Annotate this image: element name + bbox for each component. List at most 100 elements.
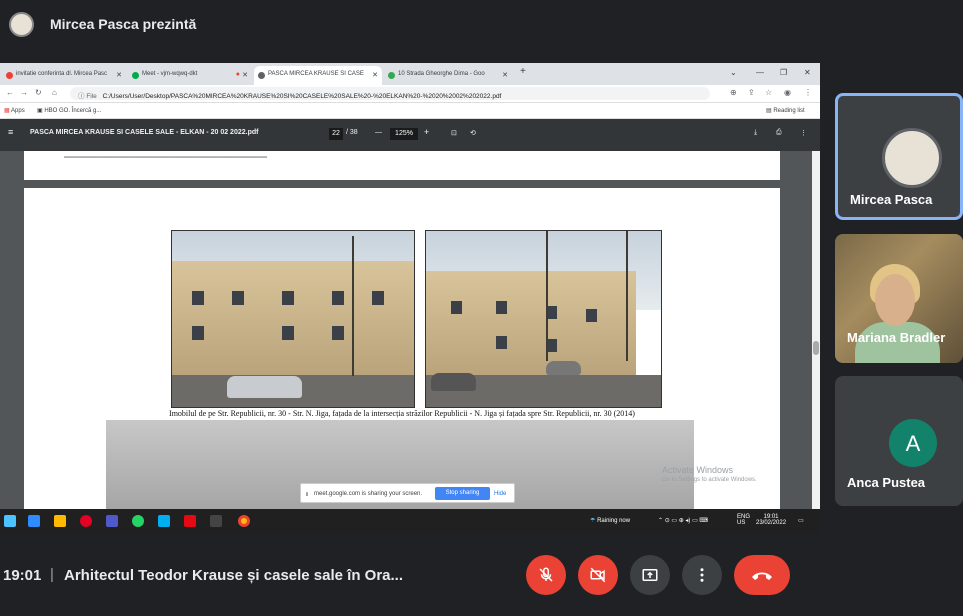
- globe-icon: [258, 72, 265, 79]
- camera-toggle-button[interactable]: [578, 555, 618, 595]
- hide-button[interactable]: Hide: [494, 491, 506, 497]
- tab-gmail[interactable]: invitatie conferinta dl. Mircea Pasc ✕: [2, 66, 126, 85]
- photo-caption: Imobilul de pe Str. Republicii, nr. 30 -…: [169, 409, 635, 418]
- restore-icon[interactable]: ❐: [780, 68, 787, 77]
- teams-icon[interactable]: [106, 515, 118, 527]
- participant-tile-mariana[interactable]: Mariana Bradler: [835, 234, 963, 363]
- reload-icon[interactable]: ↻: [35, 88, 42, 97]
- mic-off-icon: [539, 567, 553, 582]
- close-icon[interactable]: ✕: [242, 71, 248, 79]
- pause-icon: ॥: [305, 492, 309, 498]
- umbrella-icon: ☂: [590, 518, 596, 524]
- participant-name: Mircea Pasca: [850, 192, 933, 207]
- more-icon[interactable]: ⋮: [800, 129, 807, 137]
- zoom-in-icon[interactable]: +: [424, 127, 429, 137]
- netflix-icon[interactable]: [184, 515, 196, 527]
- bookmark-apps[interactable]: ▦ Apps: [4, 107, 25, 114]
- present-now-button[interactable]: [630, 555, 670, 595]
- scrollbar[interactable]: [812, 151, 820, 509]
- zoom-app-icon[interactable]: [28, 515, 40, 527]
- tab-meet[interactable]: Meet - vjm-wqwq-dkt ● ✕: [128, 66, 252, 85]
- mic-toggle-button[interactable]: [526, 555, 566, 595]
- zoom-out-icon[interactable]: —: [375, 129, 382, 136]
- scroll-thumb[interactable]: [813, 341, 819, 355]
- previous-page: ▁▁▁▁▁▁▁▁▁▁▁▁▁▁▁▁▁▁▁▁▁▁▁▁▁▁▁▁▁▁▁▁▁▁▁▁▁▁▁▁…: [24, 151, 780, 180]
- rotate-icon[interactable]: ⟲: [470, 129, 476, 137]
- back-icon[interactable]: ←: [6, 88, 14, 97]
- reading-list[interactable]: ▤ Reading list: [766, 107, 805, 114]
- shared-screen: invitatie conferinta dl. Mircea Pasc ✕ M…: [0, 63, 820, 533]
- tab-maps[interactable]: 10 Strada Gheorghe Dima - Goo ✕: [384, 66, 512, 85]
- chevron-down-icon[interactable]: ⌄: [730, 68, 737, 77]
- share-icon[interactable]: ⇪: [748, 88, 755, 97]
- close-icon[interactable]: ✕: [372, 71, 378, 79]
- apps-grid-icon: ▦: [4, 108, 10, 114]
- system-tray-icons[interactable]: ⌃ ⊙ ▭ ⊕ ◂) ▭ ⌨: [658, 517, 708, 524]
- skype-icon[interactable]: [158, 515, 170, 527]
- address-bar[interactable]: ⓘ File C:/Users/User/Desktop/PASCA%20MIR…: [70, 87, 710, 100]
- hbo-max-icon[interactable]: [210, 515, 222, 527]
- participant-avatar: A: [889, 419, 937, 467]
- meeting-title[interactable]: Arhitectul Teodor Krause și casele sale …: [64, 567, 403, 584]
- page-total: / 38: [346, 129, 358, 136]
- tab-strip: invitatie conferinta dl. Mircea Pasc ✕ M…: [0, 63, 820, 85]
- building-photo-left: [171, 230, 415, 408]
- hamburger-icon[interactable]: ≡: [8, 127, 13, 137]
- tab-pdf[interactable]: PASCA MIRCEA KRAUSE SI CASE ✕: [254, 66, 382, 85]
- leave-call-button[interactable]: [734, 555, 790, 595]
- tab-label: invitatie conferinta dl. Mircea Pasc: [16, 71, 108, 77]
- bookmark-hbo[interactable]: ▣ HBO GO. Încercă g...: [37, 107, 101, 114]
- omnibar: ← → ↻ ⌂ ⓘ File C:/Users/User/Desktop/PAS…: [0, 85, 820, 103]
- star-icon[interactable]: ☆: [765, 88, 772, 97]
- zoom-input[interactable]: 125%: [390, 128, 418, 140]
- minimize-icon[interactable]: —: [756, 68, 764, 77]
- building-photo-right: [425, 230, 662, 408]
- close-icon[interactable]: ✕: [116, 71, 122, 79]
- page-number-input[interactable]: 22: [329, 128, 343, 140]
- current-page: Imobilul de pe Str. Republicii, nr. 30 -…: [24, 188, 780, 509]
- forward-icon[interactable]: →: [20, 88, 28, 97]
- fit-page-icon[interactable]: ⊡: [451, 129, 457, 137]
- new-tab-button[interactable]: +: [520, 66, 526, 77]
- sharing-notification: ॥ meet.google.com is sharing your screen…: [300, 483, 515, 503]
- present-icon: [642, 569, 658, 581]
- cut-off-text: ▁▁▁▁▁▁▁▁▁▁▁▁▁▁▁▁▁▁▁▁▁▁▁▁▁▁▁▁▁▁▁▁▁▁▁▁▁▁▁▁…: [64, 152, 268, 158]
- meet-icon: [132, 72, 139, 79]
- participant-tile-mircea[interactable]: Mircea Pasca: [835, 93, 963, 220]
- chrome-icon[interactable]: [238, 515, 250, 527]
- home-icon[interactable]: ⌂: [52, 88, 57, 97]
- profile-icon[interactable]: ◉: [784, 88, 791, 97]
- reading-list-icon: ▤: [766, 108, 772, 114]
- recording-dot-icon: ●: [235, 71, 240, 78]
- language-indicator[interactable]: ENG US: [737, 514, 750, 526]
- windows-taskbar: ☂ Raining now ⌃ ⊙ ▭ ⊕ ◂) ▭ ⌨ ENG US 19:01…: [0, 509, 820, 533]
- participant-tile-anca[interactable]: A Anca Pustea: [835, 376, 963, 506]
- windows-start-icon[interactable]: [4, 515, 16, 527]
- close-icon[interactable]: ✕: [502, 71, 508, 79]
- tab-label: PASCA MIRCEA KRAUSE SI CASE: [268, 71, 364, 77]
- tab-label: Meet - vjm-wqwq-dkt: [142, 71, 198, 77]
- notification-icon[interactable]: ▭: [798, 517, 804, 524]
- download-icon[interactable]: ⤓: [754, 129, 757, 137]
- pdf-filename: PASCA MIRCEA KRAUSE SI CASELE SALE - ELK…: [30, 129, 259, 136]
- hangup-icon: [752, 572, 772, 580]
- close-window-icon[interactable]: ✕: [804, 68, 811, 77]
- more-options-button[interactable]: [682, 555, 722, 595]
- pinterest-icon[interactable]: [80, 515, 92, 527]
- sharing-message: meet.google.com is sharing your screen.: [314, 491, 423, 497]
- participant-name: Anca Pustea: [847, 475, 926, 490]
- tab-label: 10 Strada Gheorghe Dima - Goo: [398, 71, 485, 77]
- zoom-icon[interactable]: ⊕: [730, 88, 737, 97]
- hbo-icon: ▣: [37, 108, 43, 114]
- meeting-clock: 19:01: [3, 567, 42, 584]
- weather-widget[interactable]: ☂ Raining now: [590, 517, 630, 524]
- menu-icon[interactable]: ⋮: [804, 88, 812, 97]
- print-icon[interactable]: ⎙: [776, 129, 782, 137]
- top-bar: Mircea Pasca prezintă: [0, 0, 963, 50]
- system-clock[interactable]: 19:01 23/02/2022: [756, 514, 786, 526]
- whatsapp-icon[interactable]: [132, 515, 144, 527]
- file-explorer-icon[interactable]: [54, 515, 66, 527]
- camera-off-icon: [590, 567, 606, 583]
- stop-sharing-button[interactable]: Stop sharing: [435, 487, 490, 500]
- pdf-viewport[interactable]: ▁▁▁▁▁▁▁▁▁▁▁▁▁▁▁▁▁▁▁▁▁▁▁▁▁▁▁▁▁▁▁▁▁▁▁▁▁▁▁▁…: [0, 151, 812, 509]
